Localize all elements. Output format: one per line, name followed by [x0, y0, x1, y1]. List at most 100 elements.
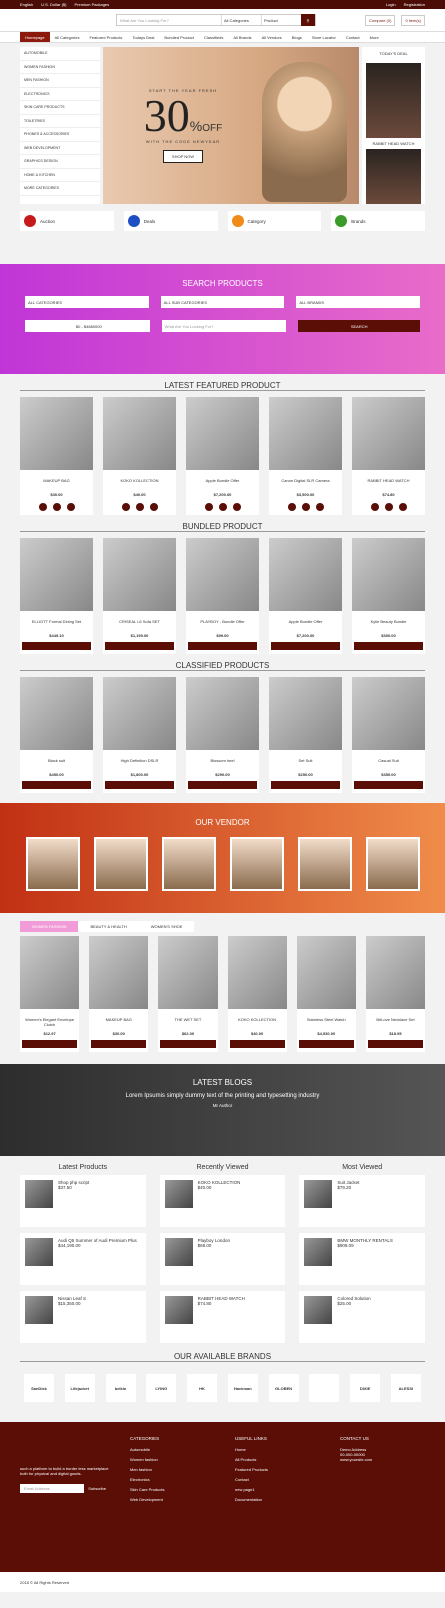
category-dropdown[interactable]: ALL CATEGORIES — [25, 296, 149, 308]
product-name[interactable]: THE WET SET — [158, 1017, 217, 1031]
category-item[interactable]: GRAPHICS DESIGN — [20, 155, 100, 169]
brand-logo[interactable]: ALESSI — [390, 1374, 421, 1402]
add-to-cart-button[interactable] — [298, 1040, 354, 1048]
product-name[interactable]: Black suit — [20, 758, 93, 772]
footer-link[interactable]: All Products — [235, 1457, 320, 1462]
product-image[interactable] — [352, 538, 425, 611]
wishlist-icon[interactable] — [218, 503, 227, 511]
wishlist-icon[interactable] — [52, 503, 61, 511]
cart-icon[interactable] — [398, 503, 407, 511]
product-name[interactable]: Set Suit — [269, 758, 342, 772]
product-name[interactable]: Blossom heel — [186, 758, 259, 772]
footer-link[interactable]: Contact — [235, 1477, 320, 1482]
product-name[interactable]: KOKO KOLLECTION — [228, 1017, 287, 1031]
add-to-cart-button[interactable] — [22, 1040, 78, 1048]
vendor-avatar[interactable] — [297, 837, 352, 891]
item-thumb[interactable] — [304, 1238, 333, 1266]
product-card[interactable]: Black suit $450.00 — [20, 677, 93, 793]
brand-logo[interactable]: SanDisk — [24, 1374, 54, 1402]
category-item[interactable]: SKIN CARE PRODUCTS — [20, 101, 100, 115]
compare-icon[interactable] — [204, 503, 213, 511]
footer-category-link[interactable]: Skin Care Products — [130, 1487, 215, 1492]
product-card[interactable]: RABBIT HEAD WATCH $74.80 — [352, 397, 425, 515]
item-thumb[interactable] — [304, 1180, 333, 1208]
list-item[interactable]: Shop php script $37.50 — [20, 1175, 146, 1227]
footer-link[interactable]: new page1 — [235, 1487, 320, 1492]
product-name[interactable]: Kylie Beauty Bundle — [352, 619, 425, 633]
footer-link[interactable]: Featured Products — [235, 1467, 320, 1472]
subcategory-dropdown[interactable]: ALL SUB CATEGORIES — [160, 296, 285, 308]
footer-link[interactable]: Documentation — [235, 1497, 320, 1502]
product-card[interactable]: Canon Digital SLR Camera $3,500.00 — [269, 397, 342, 515]
subscribe-button[interactable]: Subscribe — [84, 1484, 110, 1493]
add-to-cart-button[interactable] — [91, 1040, 147, 1048]
item-thumb[interactable] — [304, 1296, 333, 1324]
nav-item[interactable]: Bundled Product — [159, 32, 199, 42]
premium-link[interactable]: Premium Packages — [74, 2, 109, 7]
add-to-cart-button[interactable] — [160, 1040, 216, 1048]
list-item[interactable]: Audi Q5 Summer of Audi Premium Plus $44,1… — [20, 1233, 146, 1285]
category-item[interactable]: HOME & KITCHEN — [20, 169, 100, 182]
footer-link[interactable]: Home — [235, 1447, 320, 1452]
language-select[interactable]: English — [20, 2, 33, 7]
product-name[interactable]: CRISEAL l-6 Sofa SET — [103, 619, 176, 633]
product-image[interactable] — [296, 936, 356, 1009]
add-to-cart-button[interactable] — [354, 781, 423, 789]
product-card[interactable]: Apple Bundle Offer $7,200.00 — [269, 538, 342, 654]
nav-item[interactable]: All Categories — [50, 32, 85, 42]
wishlist-icon[interactable] — [135, 503, 144, 511]
category-item[interactable]: WOMEN FASHION — [20, 61, 100, 74]
nav-item[interactable]: Contact — [341, 32, 365, 42]
product-card[interactable]: Apple Bundle Offer $7,200.00 — [186, 397, 259, 515]
product-name[interactable]: Stainless Steel Watch — [297, 1017, 356, 1031]
item-thumb[interactable] — [164, 1238, 193, 1266]
product-card[interactable]: THE WET SET $62.00 — [158, 936, 218, 1052]
product-image[interactable] — [269, 538, 342, 611]
nav-item[interactable]: All Vendors — [257, 32, 287, 42]
product-card[interactable]: Casual Suit $350.00 — [352, 677, 425, 793]
product-card[interactable]: PLAYBOY - Bundle Offer $99.00 — [186, 538, 259, 654]
product-image[interactable] — [89, 936, 149, 1009]
add-to-cart-button[interactable] — [188, 642, 257, 650]
tab-womens-shoe[interactable]: WOMEN'S SHOE — [138, 921, 195, 932]
type-select[interactable]: Product — [261, 15, 301, 25]
nav-item[interactable]: Homepage — [20, 32, 50, 42]
compare-button[interactable]: Compare (0) — [364, 14, 396, 26]
product-name[interactable]: PLAYBOY - Bundle Offer — [186, 619, 259, 633]
nav-item[interactable]: More — [365, 32, 384, 42]
product-image[interactable] — [352, 677, 425, 750]
nav-item[interactable]: Featured Products — [84, 32, 127, 42]
item-thumb[interactable] — [25, 1180, 53, 1208]
product-image[interactable] — [103, 677, 176, 750]
compare-icon[interactable] — [370, 503, 379, 511]
vendor-avatar[interactable] — [229, 837, 284, 891]
brand-logo[interactable]: DIXIE — [350, 1374, 381, 1402]
cart-icon[interactable] — [149, 503, 158, 511]
product-name[interactable]: Canon Digital SLR Camera — [269, 478, 342, 492]
vendor-avatar[interactable] — [161, 837, 216, 891]
product-card[interactable]: Blossom heel $290.00 — [186, 677, 259, 793]
product-image[interactable] — [186, 538, 259, 611]
category-select[interactable]: All Categories — [221, 15, 261, 25]
add-to-cart-button[interactable] — [105, 642, 174, 650]
hero-slider[interactable]: START THE YEAR FRESH 30%OFF WITH THE COD… — [103, 47, 359, 204]
category-link[interactable]: Category — [227, 211, 322, 231]
add-to-cart-button[interactable] — [271, 642, 340, 650]
category-item[interactable]: TOILETRIES — [20, 115, 100, 128]
register-link[interactable]: Registration — [404, 2, 425, 7]
shop-now-button[interactable]: SHOP NOW — [162, 150, 204, 163]
product-image[interactable] — [20, 397, 93, 470]
tab-women-fashion[interactable]: WOMEN FASHION — [20, 921, 79, 932]
brand-logo[interactable]: Lifejacket — [64, 1374, 95, 1402]
product-name[interactable]: RABBIT HEAD WATCH — [352, 478, 425, 492]
search-button[interactable]: ⚲ — [301, 14, 315, 26]
brand-logo[interactable]: Hackman — [227, 1374, 258, 1402]
product-name[interactable]: KOKO KOLLECTION — [103, 478, 176, 492]
add-to-cart-button[interactable] — [271, 781, 340, 789]
product-name[interactable]: Apple Bundle Offer — [186, 478, 259, 492]
item-thumb[interactable] — [164, 1180, 193, 1208]
cart-icon[interactable] — [66, 503, 75, 511]
product-image[interactable] — [158, 936, 218, 1009]
vendor-avatar[interactable] — [25, 837, 80, 891]
brand-logo[interactable] — [309, 1374, 340, 1402]
